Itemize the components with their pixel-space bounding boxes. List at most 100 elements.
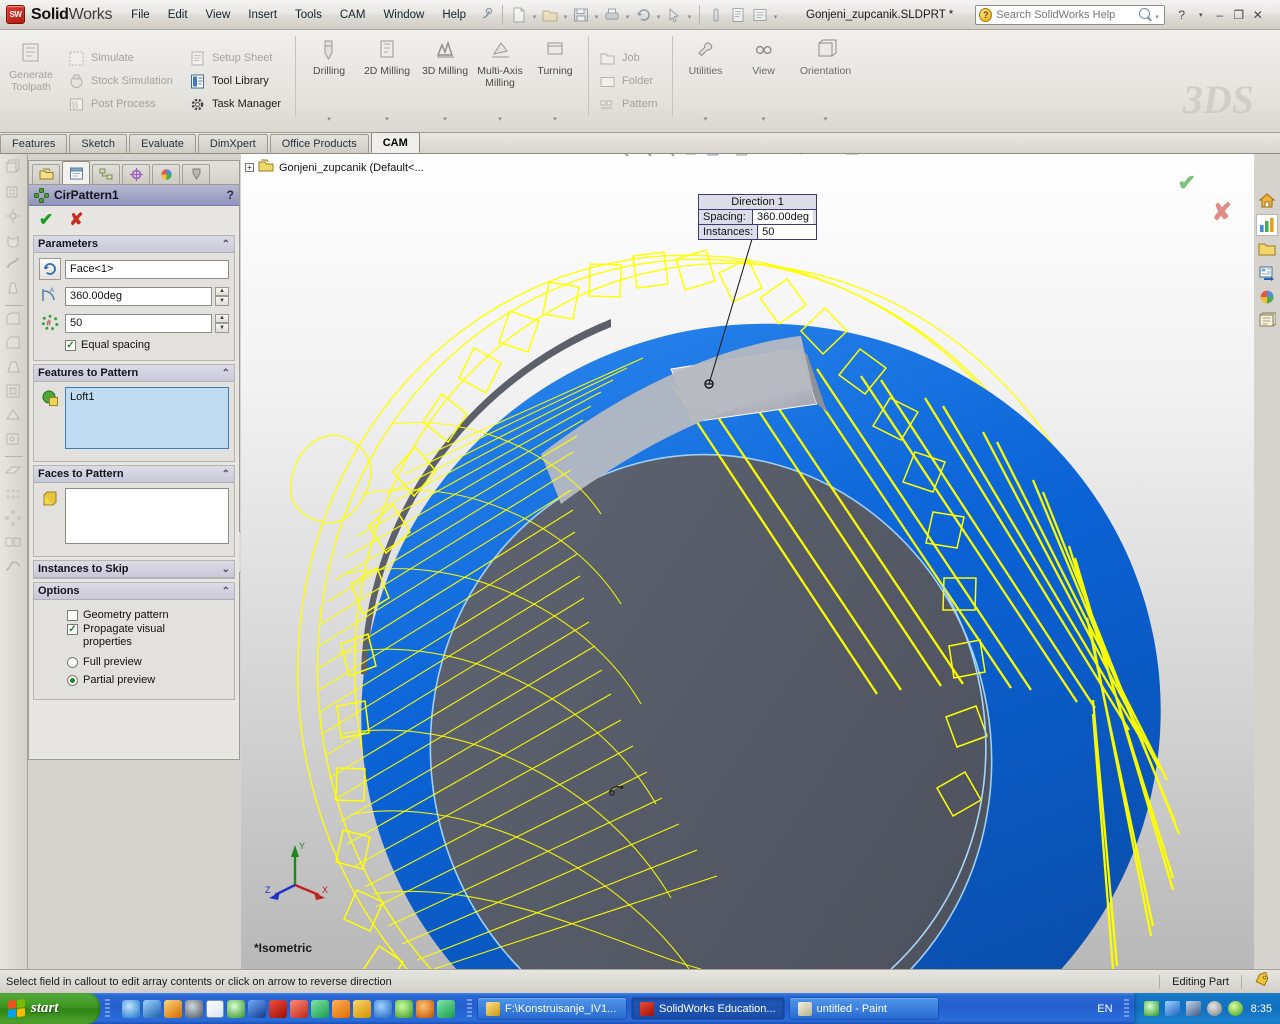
generate-toolpath-button[interactable]: Generate Toolpath (0, 32, 62, 130)
apply-scene-icon[interactable] (813, 154, 833, 158)
extruded-cut-icon[interactable] (3, 182, 25, 204)
turning-button[interactable]: Turning ▾ (526, 32, 584, 130)
quick-launch-bar[interactable] (115, 993, 462, 1024)
tab-evaluate[interactable]: Evaluate (129, 134, 196, 153)
home-resources-icon[interactable] (1256, 190, 1278, 212)
undo-caret-icon[interactable]: ▾ (654, 4, 663, 26)
cam-manager-tab[interactable] (182, 164, 210, 184)
menu-item-tools[interactable]: Tools (286, 5, 331, 25)
select-caret-icon[interactable]: ▾ (685, 4, 694, 26)
callout-spacing-value[interactable]: 360.00deg (753, 210, 813, 224)
menu-item-cam[interactable]: CAM (331, 5, 375, 25)
pattern-axis-icon[interactable] (39, 258, 61, 280)
solidworks-icon[interactable] (269, 999, 287, 1018)
save-caret-icon[interactable]: ▾ (592, 4, 601, 26)
reference-plane-icon[interactable] (3, 460, 25, 482)
feature-manager-tab[interactable] (32, 164, 60, 184)
open-caret-icon[interactable]: ▾ (561, 4, 570, 26)
close-button[interactable]: ✕ (1249, 6, 1266, 23)
apply-scene-caret-icon[interactable]: ▾ (834, 154, 837, 160)
full-preview-row[interactable]: Full preview (67, 656, 229, 668)
parameters-header[interactable]: Parameters ⌃ (34, 236, 234, 253)
search-input[interactable] (992, 8, 1139, 21)
edge-2-icon[interactable] (437, 999, 455, 1018)
direction-1-callout[interactable]: Direction 1 Spacing: 360.00deg Instances… (698, 194, 818, 240)
chrome-icon[interactable] (395, 999, 413, 1018)
zoom-to-area-icon[interactable] (634, 154, 654, 158)
callout-instances-value[interactable]: 50 (758, 225, 817, 239)
partial-preview-row[interactable]: Partial preview (67, 674, 229, 686)
search-dropdown-icon[interactable]: ▾ (1153, 4, 1161, 26)
draft-icon[interactable] (3, 357, 25, 379)
swept-boss-icon[interactable] (3, 254, 25, 276)
help-button[interactable]: ? (227, 188, 234, 202)
mirror-icon[interactable] (3, 532, 25, 554)
utilities-button[interactable]: Utilities ▾ (677, 32, 735, 130)
folder-button[interactable]: Folder (595, 70, 665, 93)
post-process-button[interactable]: G1 G3 Post Process (64, 93, 181, 116)
view-settings-caret-icon[interactable]: ▾ (863, 154, 866, 160)
faces-to-pattern-header[interactable]: Faces to Pattern ⌃ (34, 466, 234, 483)
hide-show-items-icon[interactable] (761, 154, 781, 158)
document-properties-icon[interactable] (749, 4, 771, 26)
avast-tray-icon[interactable] (1143, 1001, 1159, 1016)
quick-launch-grip[interactable] (105, 998, 110, 1019)
instances-field[interactable]: 50 (65, 313, 212, 333)
start-button[interactable]: start (0, 993, 100, 1024)
accept-button[interactable]: ✔ (39, 211, 53, 228)
restore-button[interactable]: ❐ (1230, 6, 1247, 23)
drilling-dropdown-icon[interactable]: ▾ (327, 114, 331, 130)
menu-item-help[interactable]: Help (433, 5, 475, 25)
multi-axis-milling-button[interactable]: Multi-Axis Milling ▾ (474, 32, 526, 130)
cancel-button[interactable]: ✘ (69, 211, 83, 228)
custom-properties-icon[interactable] (1256, 310, 1278, 332)
tray-grip[interactable] (1123, 998, 1129, 1019)
custom-properties-icon[interactable] (1254, 971, 1270, 991)
left-toolbar[interactable] (0, 154, 28, 969)
new-document-caret-icon[interactable]: ▾ (530, 4, 539, 26)
hole-wizard-icon[interactable] (3, 206, 25, 228)
section-view-icon[interactable] (680, 154, 700, 158)
linear-pattern-icon[interactable] (3, 484, 25, 506)
feature-tree-root-label[interactable]: Gonjeni_zupcanik (Default<... (279, 162, 424, 174)
save-icon[interactable] (570, 4, 592, 26)
firefox-icon[interactable] (416, 999, 434, 1018)
circular-pattern-icon[interactable] (3, 508, 25, 530)
taskbar-item-solidworks[interactable]: SolidWorks Education... (631, 997, 785, 1020)
print-icon[interactable] (601, 4, 623, 26)
menu-item-insert[interactable]: Insert (239, 5, 286, 25)
chevron-up-icon[interactable]: ⌃ (222, 368, 230, 379)
help-button[interactable]: ? (1173, 6, 1190, 23)
shell-icon[interactable] (3, 381, 25, 403)
system-tray[interactable]: 8:35 (1133, 993, 1280, 1024)
2d-milling-button[interactable]: 2D Milling ▾ (358, 32, 416, 130)
pattern-button[interactable]: Pattern (595, 93, 665, 116)
menu-item-view[interactable]: View (197, 5, 240, 25)
tab-dimxpert[interactable]: DimXpert (197, 134, 268, 153)
rebuild-icon[interactable] (705, 4, 727, 26)
orientation-button[interactable]: Orientation ▾ (793, 32, 859, 130)
display-manager-tab[interactable] (152, 164, 180, 184)
tool-library-button[interactable]: Tool Library (185, 70, 289, 93)
faces-to-pattern-list[interactable] (65, 488, 229, 544)
angle-stepper[interactable]: ▲ ▼ (215, 286, 229, 306)
rib-icon[interactable] (3, 405, 25, 427)
angle-step-down-icon[interactable]: ▼ (215, 296, 229, 306)
setup-sheet-button[interactable]: Setup Sheet (185, 47, 289, 70)
help-caret-icon[interactable]: ▾ (1192, 6, 1209, 23)
taskbar-item-paint[interactable]: untitled - Paint (788, 997, 939, 1020)
turning-dropdown-icon[interactable]: ▾ (553, 114, 557, 130)
pattern-axis-field[interactable]: Face<1> (65, 259, 229, 279)
minimize-button[interactable]: – (1211, 6, 1228, 23)
dimxpert-manager-tab[interactable] (122, 164, 150, 184)
appearances-icon[interactable] (1256, 286, 1278, 308)
2d-milling-dropdown-icon[interactable]: ▾ (385, 114, 389, 130)
chevron-up-icon[interactable]: ⌃ (222, 239, 230, 250)
display-style-icon[interactable] (732, 154, 752, 158)
revolved-boss-icon[interactable] (3, 230, 25, 252)
tab-sketch[interactable]: Sketch (69, 134, 128, 153)
orientation-dropdown-icon[interactable]: ▾ (824, 114, 828, 130)
gear-model-3d[interactable] (241, 154, 1254, 969)
geometry-pattern-row[interactable]: Geometry pattern (67, 609, 229, 621)
propagate-visual-properties-row[interactable]: Propagate visual properties (67, 623, 229, 649)
